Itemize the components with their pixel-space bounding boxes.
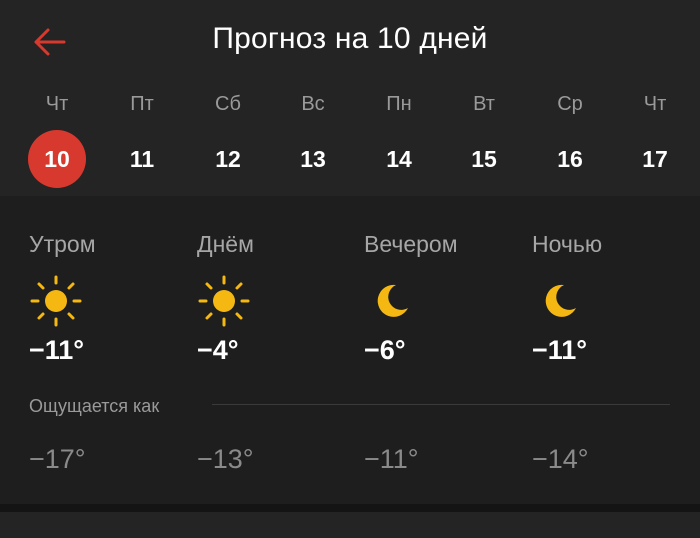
period-morning: Утром −11° [29,230,189,366]
temperature: −11° [532,335,588,365]
moon-icon [545,284,576,317]
day-forecast-card: Утром −11° Днём −4° Вечером −6° Ночью −1… [0,196,700,504]
day-item[interactable]: Чт 10 [22,86,92,188]
day-number: 17 [642,146,668,172]
day-number: 13 [300,146,326,172]
feels-like-temperature: −11° [364,444,419,474]
day-number: 12 [215,146,241,172]
feels-like-temperature: −13° [197,444,254,474]
feels-like-temperature: −17° [29,444,86,474]
day-item[interactable]: Пн 14 [364,86,434,186]
feels-like-temperature: −14° [532,444,589,474]
period-label: Утром [29,231,96,257]
day-item[interactable]: Пт 11 [107,86,177,186]
temperature: −4° [197,335,239,365]
moon-icon [377,284,408,317]
period-day: Днём −4° [197,230,357,366]
temperature: −6° [364,335,406,365]
sun-icon [198,275,250,327]
period-label: Ночью [532,231,603,257]
day-name: Чт [45,93,69,115]
day-name: Вс [301,93,325,115]
temperature: −11° [29,335,85,365]
feels-like-label: Ощущается как [29,396,160,416]
day-name: Сб [215,93,241,115]
day-name: Пн [386,93,412,115]
day-number-selected: 10 [28,130,86,188]
period-evening: Вечером −6° [364,230,524,366]
divider [212,404,670,405]
sun-icon [30,275,82,327]
period-night: Ночью −11° [532,230,692,366]
period-label: Днём [197,231,254,257]
day-number: 11 [129,146,155,172]
day-item[interactable]: Ср 16 [535,86,605,186]
day-item[interactable]: Вс 13 [278,86,348,186]
day-number: 14 [386,146,412,172]
day-item[interactable]: Вт 15 [449,86,519,186]
period-label: Вечером [364,231,458,257]
day-number: 15 [471,146,497,172]
day-name: Вт [473,93,495,115]
day-name: Ср [557,93,583,115]
header: Прогноз на 10 дней Чт 10 Пт 11 Сб 12 Вс … [0,0,700,196]
page-title: Прогноз на 10 дней [212,22,488,55]
next-card [0,512,700,538]
day-item[interactable]: Сб 12 [193,86,263,186]
day-name: Пт [130,93,154,115]
day-name: Чт [643,93,667,115]
day-item[interactable]: Чт 17 [620,86,690,186]
day-number: 16 [557,146,583,172]
day-selector: Чт 10 Пт 11 Сб 12 Вс 13 Пн 14 Вт 15 Ср 1… [0,86,700,196]
